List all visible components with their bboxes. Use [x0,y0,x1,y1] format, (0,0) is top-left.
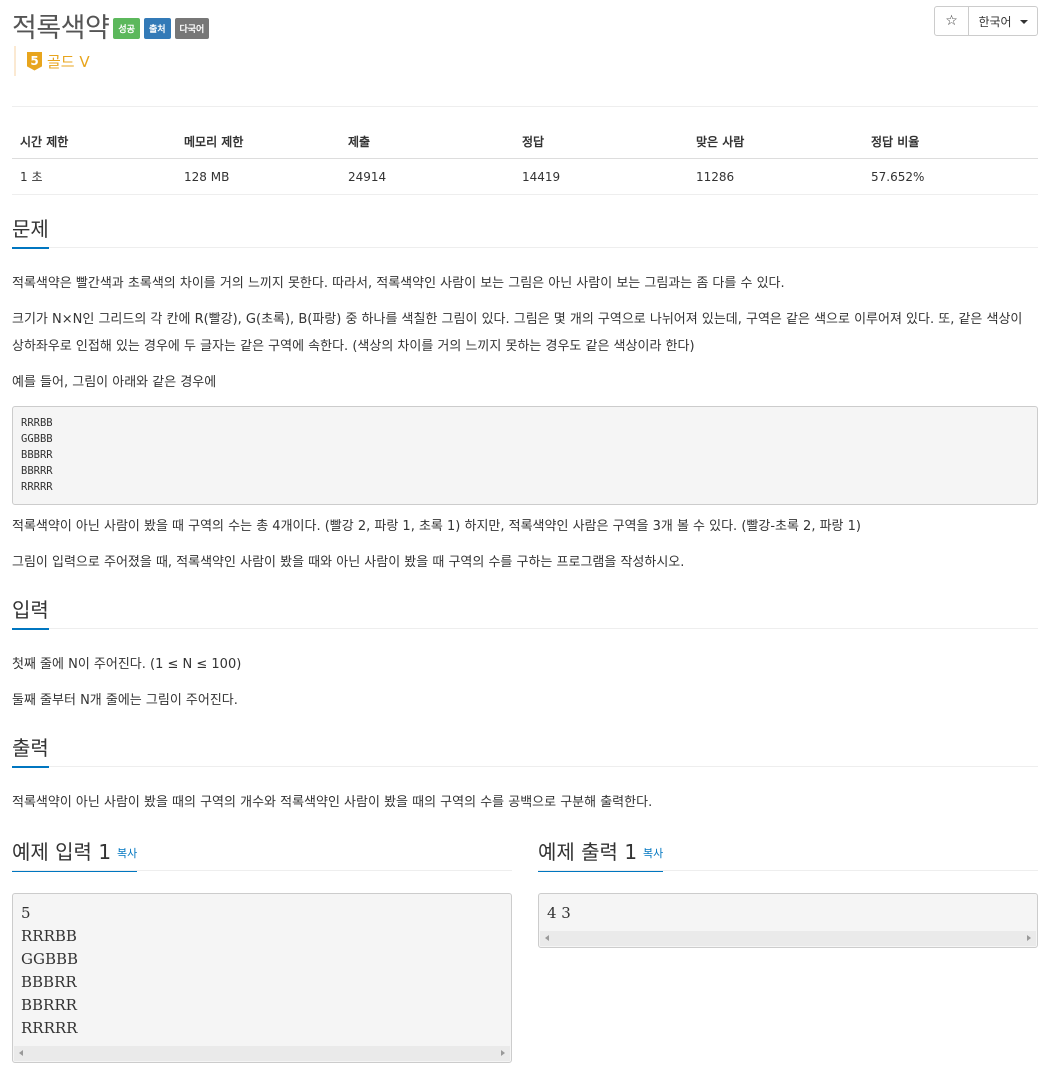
time-limit-value: 1 초 [12,158,176,195]
output-paragraph-1: 적록색약이 아닌 사람이 봤을 때의 구역의 개수와 적록색약인 사람이 봤을 … [12,795,653,810]
submissions-value: 24914 [340,158,514,195]
problem-section-header: 문제 [12,213,1038,249]
problem-paragraph-1: 적록색약은 빨간색과 초록색의 차이를 거의 느끼지 못한다. 따라서, 적록색… [12,276,785,291]
scroll-left-icon[interactable] [19,1050,23,1056]
caret-down-icon [1019,20,1028,24]
input-paragraph-2: 둘째 줄부터 N개 줄에는 그림이 주어진다. [12,693,238,708]
header-time-limit: 시간 제한 [12,125,176,159]
problem-paragraph-5: 그림이 입력으로 주어졌을 때, 적록색약인 사람이 봤을 때와 아닌 사람이 … [12,555,685,570]
label-multilang[interactable]: 다국어 [174,18,210,39]
tier-block: 5 골드 V [14,46,90,76]
copy-input-button[interactable]: 복사 [117,847,137,860]
sample-input-box[interactable]: 5 RRRBB GGBBB BBBRR BBRRR RRRRR [12,893,512,1063]
output-section-header: 출력 [12,732,1038,768]
input-paragraph-1: 첫째 줄에 N이 주어진다. (1 ≤ N ≤ 100) [12,657,242,672]
divider [12,106,1038,107]
scroll-right-icon[interactable] [1027,935,1031,941]
problem-section-title: 문제 [12,213,49,249]
table-header-row: 시간 제한 메모리 제한 제출 정답 맞은 사람 정답 비율 [12,125,1038,159]
header-accept-ratio: 정답 비율 [863,125,1038,159]
header-memory-limit: 메모리 제한 [176,125,340,159]
header-accepted: 정답 [514,125,688,159]
accept-ratio-value: 57.652% [863,158,1038,195]
label-success[interactable]: 성공 [113,18,140,39]
header-solved-users: 맞은 사람 [688,125,863,159]
sample-input-title-wrap: 예제 입력 1 복사 [12,836,138,872]
header-actions: ☆ 한국어 [934,6,1038,36]
accepted-value: 14419 [514,158,688,195]
memory-limit-value: 128 MB [176,158,340,195]
sample-output-text[interactable]: 4 3 [539,894,1037,925]
star-button[interactable]: ☆ [935,7,969,35]
problem-paragraph-2: 크기가 N×N인 그리드의 각 칸에 R(빨강), G(초록), B(파랑) 중… [12,312,1023,354]
sample-input-text[interactable]: 5 RRRBB GGBBB BBBRR BBRRR RRRRR [13,894,511,1040]
table-row: 1 초 128 MB 24914 14419 11286 57.652% [12,158,1038,195]
language-dropdown[interactable]: 한국어 [969,7,1037,35]
problem-info-table: 시간 제한 메모리 제한 제출 정답 맞은 사람 정답 비율 1 초 128 M… [12,125,1038,195]
problem-title: 적록색약 [12,13,110,44]
problem-paragraph-4: 적록색약이 아닌 사람이 봤을 때 구역의 수는 총 4개이다. (빨강 2, … [12,519,861,534]
star-icon: ☆ [945,13,958,29]
divider [12,870,512,871]
problem-header: 적록색약 성공 출처 다국어 [12,6,210,45]
output-section-title: 출력 [12,732,49,768]
label-source[interactable]: 출처 [143,18,171,39]
sample-input-title: 예제 입력 1 [12,840,112,864]
input-section-title: 입력 [12,594,49,630]
input-section-header: 입력 [12,594,1038,630]
scroll-left-icon[interactable] [545,935,549,941]
gold-tier-icon: 5 [27,51,42,71]
horizontal-scrollbar[interactable] [540,931,1036,946]
sample-output-title: 예제 출력 1 [538,840,638,864]
sample-input-header: 예제 입력 1 복사 [12,836,138,872]
sample-output-header: 예제 출력 1 복사 [538,836,664,872]
divider [538,870,1038,871]
language-label: 한국어 [978,14,1012,29]
horizontal-scrollbar[interactable] [14,1046,510,1061]
sample-output-box[interactable]: 4 3 [538,893,1038,948]
scroll-right-icon[interactable] [501,1050,505,1056]
solved-users-value: 11286 [688,158,863,195]
problem-paragraph-3: 예를 들어, 그림이 아래와 같은 경우에 [12,375,217,390]
tier-name[interactable]: 골드 V [47,51,90,72]
sample-output-title-wrap: 예제 출력 1 복사 [538,836,664,872]
copy-output-button[interactable]: 복사 [643,847,663,860]
example-grid: RRRBB GGBBB BBBRR BBRRR RRRRR [12,406,1038,505]
header-submissions: 제출 [340,125,514,159]
